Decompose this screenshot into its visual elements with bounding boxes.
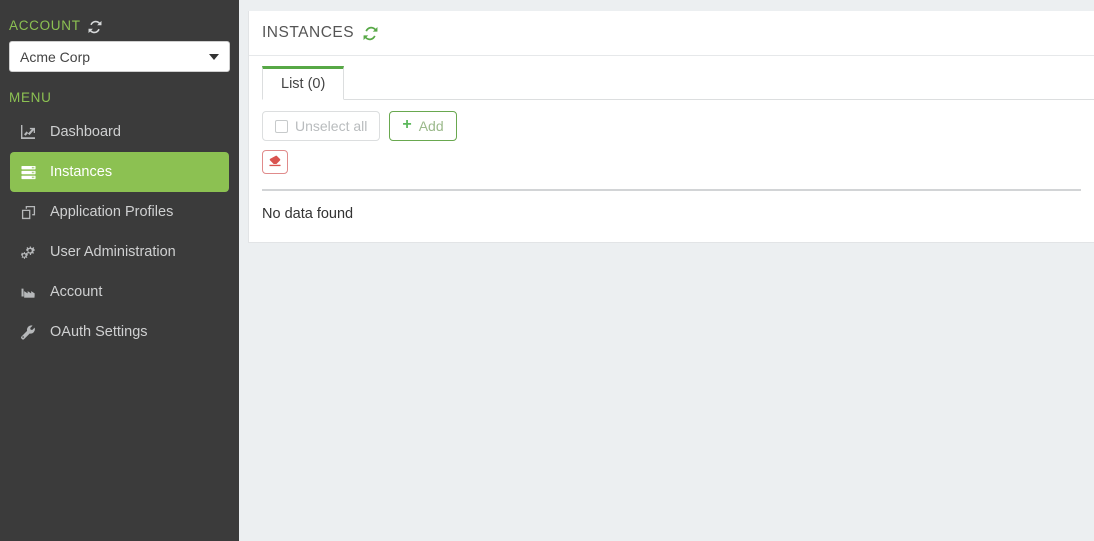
sidebar-item-dashboard[interactable]: Dashboard: [0, 112, 239, 152]
sidebar-item-label: User Administration: [50, 244, 176, 260]
sidebar-item-oauth-settings[interactable]: OAuth Settings: [0, 312, 239, 352]
tab-strip: List (0): [262, 66, 1094, 100]
empty-state-message: No data found: [262, 206, 354, 222]
app-root: ACCOUNT Acme Corp MENU Dashboard Instanc…: [0, 0, 1094, 541]
sidebar-item-label: Dashboard: [50, 124, 121, 140]
sidebar-item-account[interactable]: Account: [0, 272, 239, 312]
main-content: INSTANCES List (0) Unselect all + Add No…: [239, 0, 1094, 541]
cogs-icon: [18, 244, 38, 260]
eraser-icon: [269, 154, 281, 170]
sidebar: ACCOUNT Acme Corp MENU Dashboard Instanc…: [0, 0, 239, 541]
refresh-icon[interactable]: [363, 26, 378, 41]
add-button[interactable]: + Add: [389, 111, 457, 141]
plus-icon: +: [402, 116, 412, 133]
sidebar-menu: Dashboard Instances Application Profiles…: [0, 112, 239, 352]
sidebar-item-label: Application Profiles: [50, 204, 174, 220]
sidebar-item-label: Instances: [50, 164, 113, 180]
menu-section-label: MENU: [9, 90, 248, 105]
industry-icon: [18, 285, 38, 299]
tab-label: List (0): [281, 76, 326, 92]
unselect-all-button[interactable]: Unselect all: [262, 111, 381, 141]
account-select[interactable]: Acme Corp: [9, 41, 230, 72]
unselect-all-label: Unselect all: [295, 118, 368, 134]
clone-icon: [18, 205, 38, 220]
sidebar-item-label: Account: [50, 284, 103, 300]
menu-label-text: MENU: [9, 90, 52, 105]
add-label: Add: [418, 118, 444, 134]
clear-filters-button[interactable]: [262, 150, 288, 174]
account-select-value: Acme Corp: [20, 48, 91, 65]
server-icon: [18, 165, 38, 180]
chevron-down-icon: [209, 53, 219, 60]
toolbar: Unselect all + Add: [262, 111, 1094, 141]
page-title: INSTANCES: [262, 24, 355, 41]
wrench-icon: [18, 324, 38, 340]
sidebar-item-user-administration[interactable]: User Administration: [0, 232, 239, 272]
checkbox-icon: [275, 119, 288, 133]
tab-list[interactable]: List (0): [262, 66, 345, 100]
sidebar-item-instances[interactable]: Instances: [10, 152, 229, 192]
account-section-label: ACCOUNT: [9, 18, 102, 33]
panel-header: INSTANCES: [249, 11, 1094, 56]
line-chart-icon: [18, 124, 38, 140]
sidebar-item-label: OAuth Settings: [50, 324, 148, 340]
instances-panel: INSTANCES List (0) Unselect all + Add No…: [248, 11, 1094, 243]
sidebar-item-application-profiles[interactable]: Application Profiles: [0, 192, 239, 232]
account-label-text: ACCOUNT: [9, 18, 81, 33]
refresh-icon[interactable]: [88, 20, 102, 34]
